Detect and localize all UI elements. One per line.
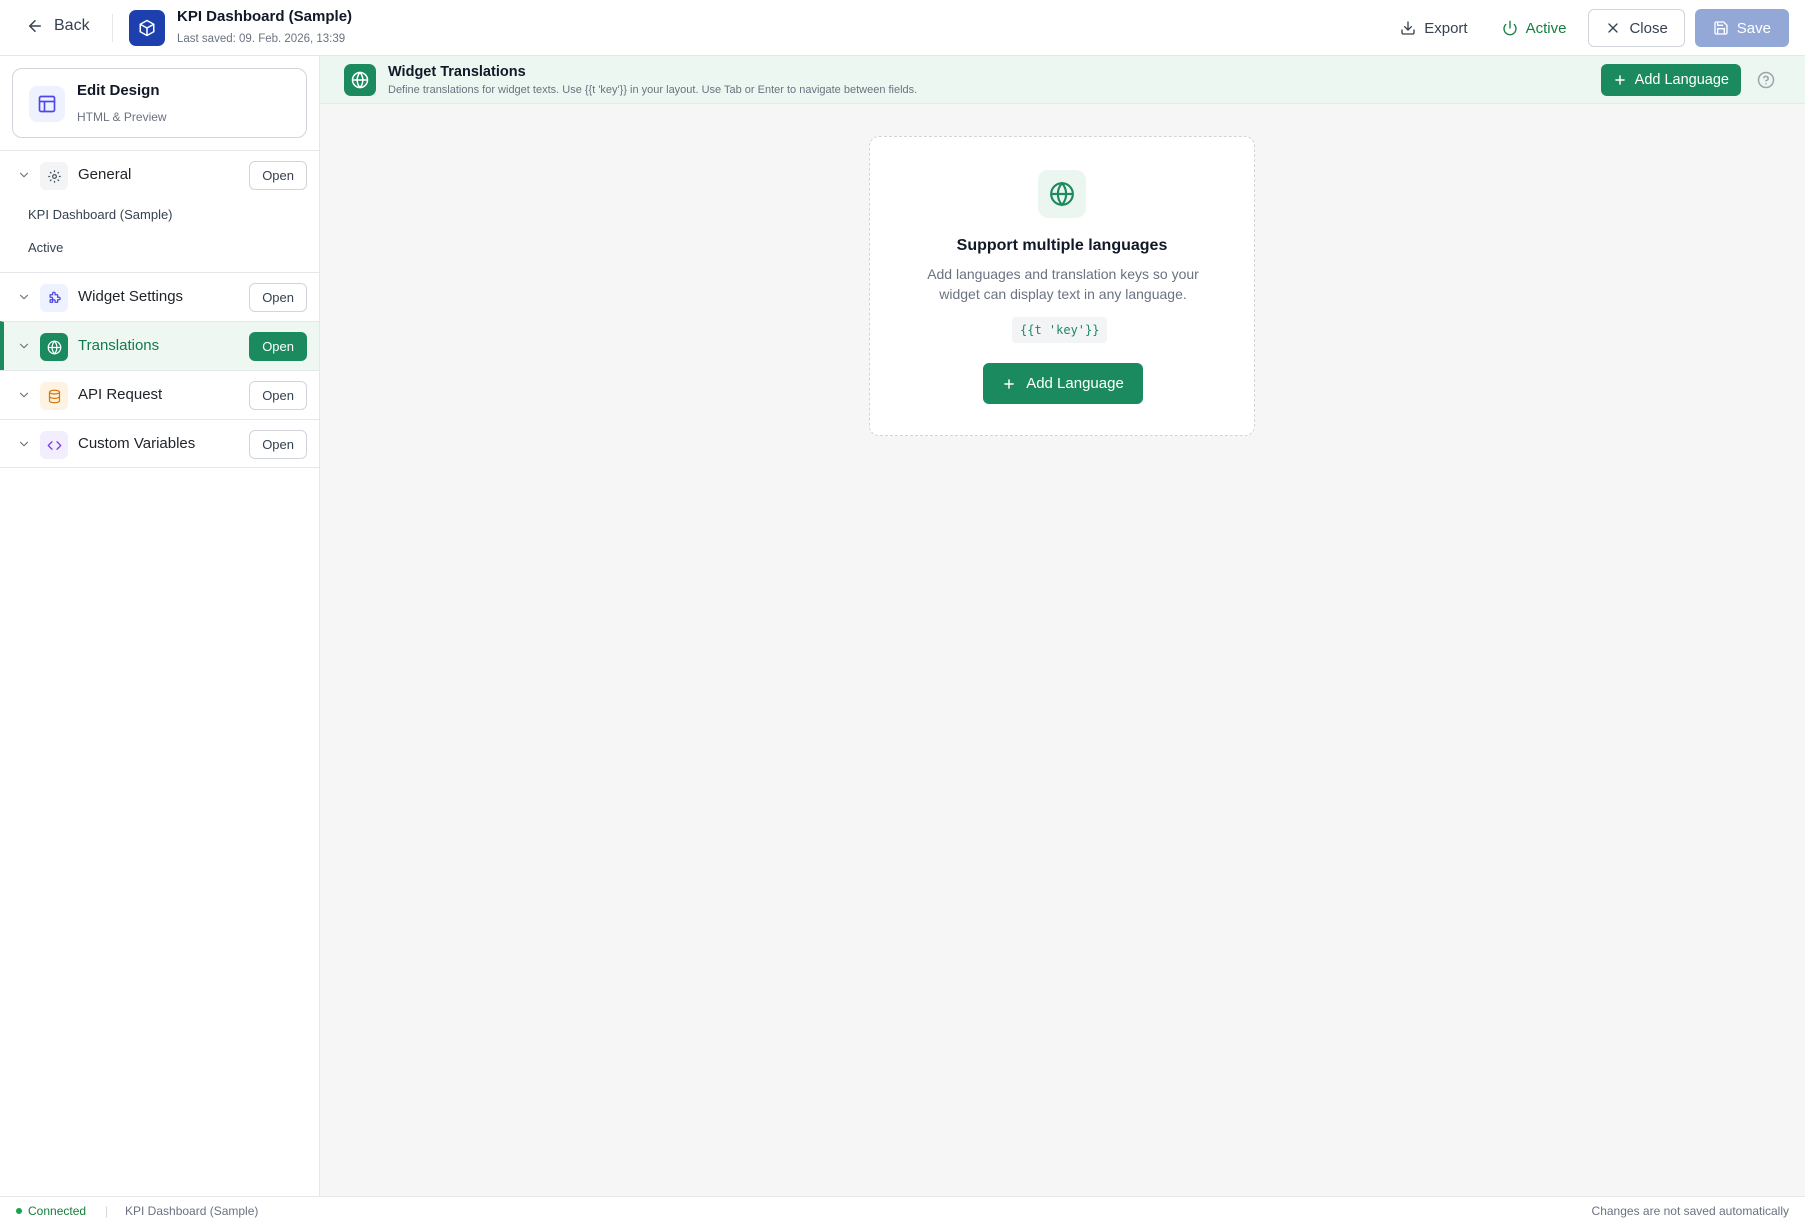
open-custom-variables-button[interactable]: Open: [249, 430, 307, 459]
header-icon-wrap: [344, 64, 376, 96]
export-label: Export: [1424, 19, 1468, 37]
arrow-left-icon: [29, 20, 41, 32]
app-logo: [129, 10, 165, 46]
sidebar-item-label: API Request: [78, 386, 163, 403]
section-icon-wrap: [40, 333, 68, 361]
layout-icon-wrap: [29, 86, 65, 122]
chevron-down-icon[interactable]: [17, 437, 31, 451]
globe-icon: [47, 339, 61, 355]
top-actions: Export Active Close Save: [1388, 9, 1789, 47]
save-note: Changes are not saved automatically: [1591, 1204, 1789, 1218]
header-title: Widget Translations: [388, 64, 526, 80]
chevron-down-icon[interactable]: [17, 388, 31, 402]
layout-icon: [38, 95, 56, 113]
code-sample: {{t 'key'}}: [1012, 317, 1108, 343]
database-icon: [48, 389, 60, 403]
puzzle-icon: [49, 291, 61, 303]
top-bar: Back KPI Dashboard (Sample) Last saved: …: [0, 0, 1805, 56]
section-icon-wrap: [40, 284, 68, 312]
back-label: Back: [54, 17, 90, 34]
edit-design-title: Edit Design: [77, 82, 160, 99]
save-label: Save: [1736, 19, 1771, 37]
last-saved-text: Last saved: 09. Feb. 2026, 13:39: [177, 33, 346, 45]
open-translations-button[interactable]: Open: [249, 332, 307, 361]
sidebar-section-api-request[interactable]: API Request Open: [0, 370, 319, 419]
globe-icon: [1050, 181, 1074, 207]
back-button[interactable]: Back: [26, 17, 90, 35]
header-description: Define translations for widget texts. Us…: [388, 84, 918, 96]
add-language-button-header[interactable]: Add Language: [1600, 64, 1741, 96]
sidebar-item-label: Custom Variables: [78, 435, 196, 452]
close-label: Close: [1629, 19, 1668, 37]
globe-icon: [351, 71, 369, 89]
save-button[interactable]: Save: [1694, 9, 1789, 47]
edit-design-card[interactable]: Edit Design HTML & Preview: [12, 68, 307, 138]
help-icon[interactable]: [1757, 71, 1775, 89]
open-widget-settings-button[interactable]: Open: [249, 283, 307, 312]
status-widget-name: KPI Dashboard (Sample): [125, 1204, 259, 1218]
sidebar-section-custom-variables[interactable]: Custom Variables Open: [0, 419, 319, 468]
status-separator: |: [105, 1204, 109, 1218]
translations-header: Widget Translations Define translations …: [320, 56, 1805, 104]
plus-icon: [1004, 378, 1014, 389]
code-icon: [47, 440, 61, 450]
plus-icon: [1614, 75, 1625, 85]
sidebar-item-label: Widget Settings: [78, 288, 184, 305]
page-title: KPI Dashboard (Sample): [177, 8, 353, 25]
active-label: Active: [1525, 19, 1567, 37]
sidebar-item-label: General: [78, 166, 132, 183]
floppy-disk-icon: [1714, 21, 1728, 35]
empty-state-description: Add languages and translation keys so yo…: [927, 266, 1199, 302]
sidebar-section-general[interactable]: General Open: [0, 150, 319, 199]
general-item-name[interactable]: KPI Dashboard (Sample): [28, 207, 173, 222]
connection-status: Connected: [28, 1204, 87, 1218]
section-icon-wrap: [40, 382, 68, 410]
download-icon: [1401, 21, 1415, 35]
chevron-down-icon[interactable]: [17, 168, 31, 182]
close-icon: [1608, 23, 1619, 33]
open-general-button[interactable]: Open: [249, 161, 307, 190]
close-button[interactable]: Close: [1588, 9, 1685, 47]
export-button[interactable]: Export: [1388, 9, 1479, 47]
edit-design-subtitle: HTML & Preview: [77, 110, 167, 124]
add-language-label: Add Language: [1026, 375, 1124, 392]
open-api-request-button[interactable]: Open: [249, 381, 307, 410]
divider: [112, 14, 113, 42]
general-item-status[interactable]: Active: [28, 240, 63, 255]
sidebar-section-widget-settings[interactable]: Widget Settings Open: [0, 272, 319, 321]
section-icon-wrap: [40, 431, 68, 459]
add-language-button[interactable]: Add Language: [983, 363, 1143, 404]
active-toggle-button[interactable]: Active: [1490, 9, 1579, 47]
sidebar: Edit Design HTML & Preview General Open …: [0, 56, 320, 1196]
chevron-down-icon[interactable]: [17, 290, 31, 304]
status-bar: Connected | KPI Dashboard (Sample) Chang…: [0, 1196, 1805, 1224]
power-icon: [1502, 20, 1517, 36]
sidebar-item-label: Translations: [78, 337, 160, 354]
add-language-label: Add Language: [1634, 72, 1729, 88]
section-icon-wrap: [40, 162, 68, 190]
gear-icon: [47, 169, 61, 183]
empty-state-title: Support multiple languages: [956, 237, 1168, 254]
empty-state-card: Support multiple languages Add languages…: [869, 136, 1255, 436]
cube-icon: [139, 19, 155, 37]
empty-state-icon-wrap: [1038, 170, 1086, 218]
connection-status-dot: [16, 1208, 22, 1214]
chevron-down-icon[interactable]: [17, 339, 31, 353]
sidebar-section-translations[interactable]: Translations Open: [0, 321, 319, 370]
